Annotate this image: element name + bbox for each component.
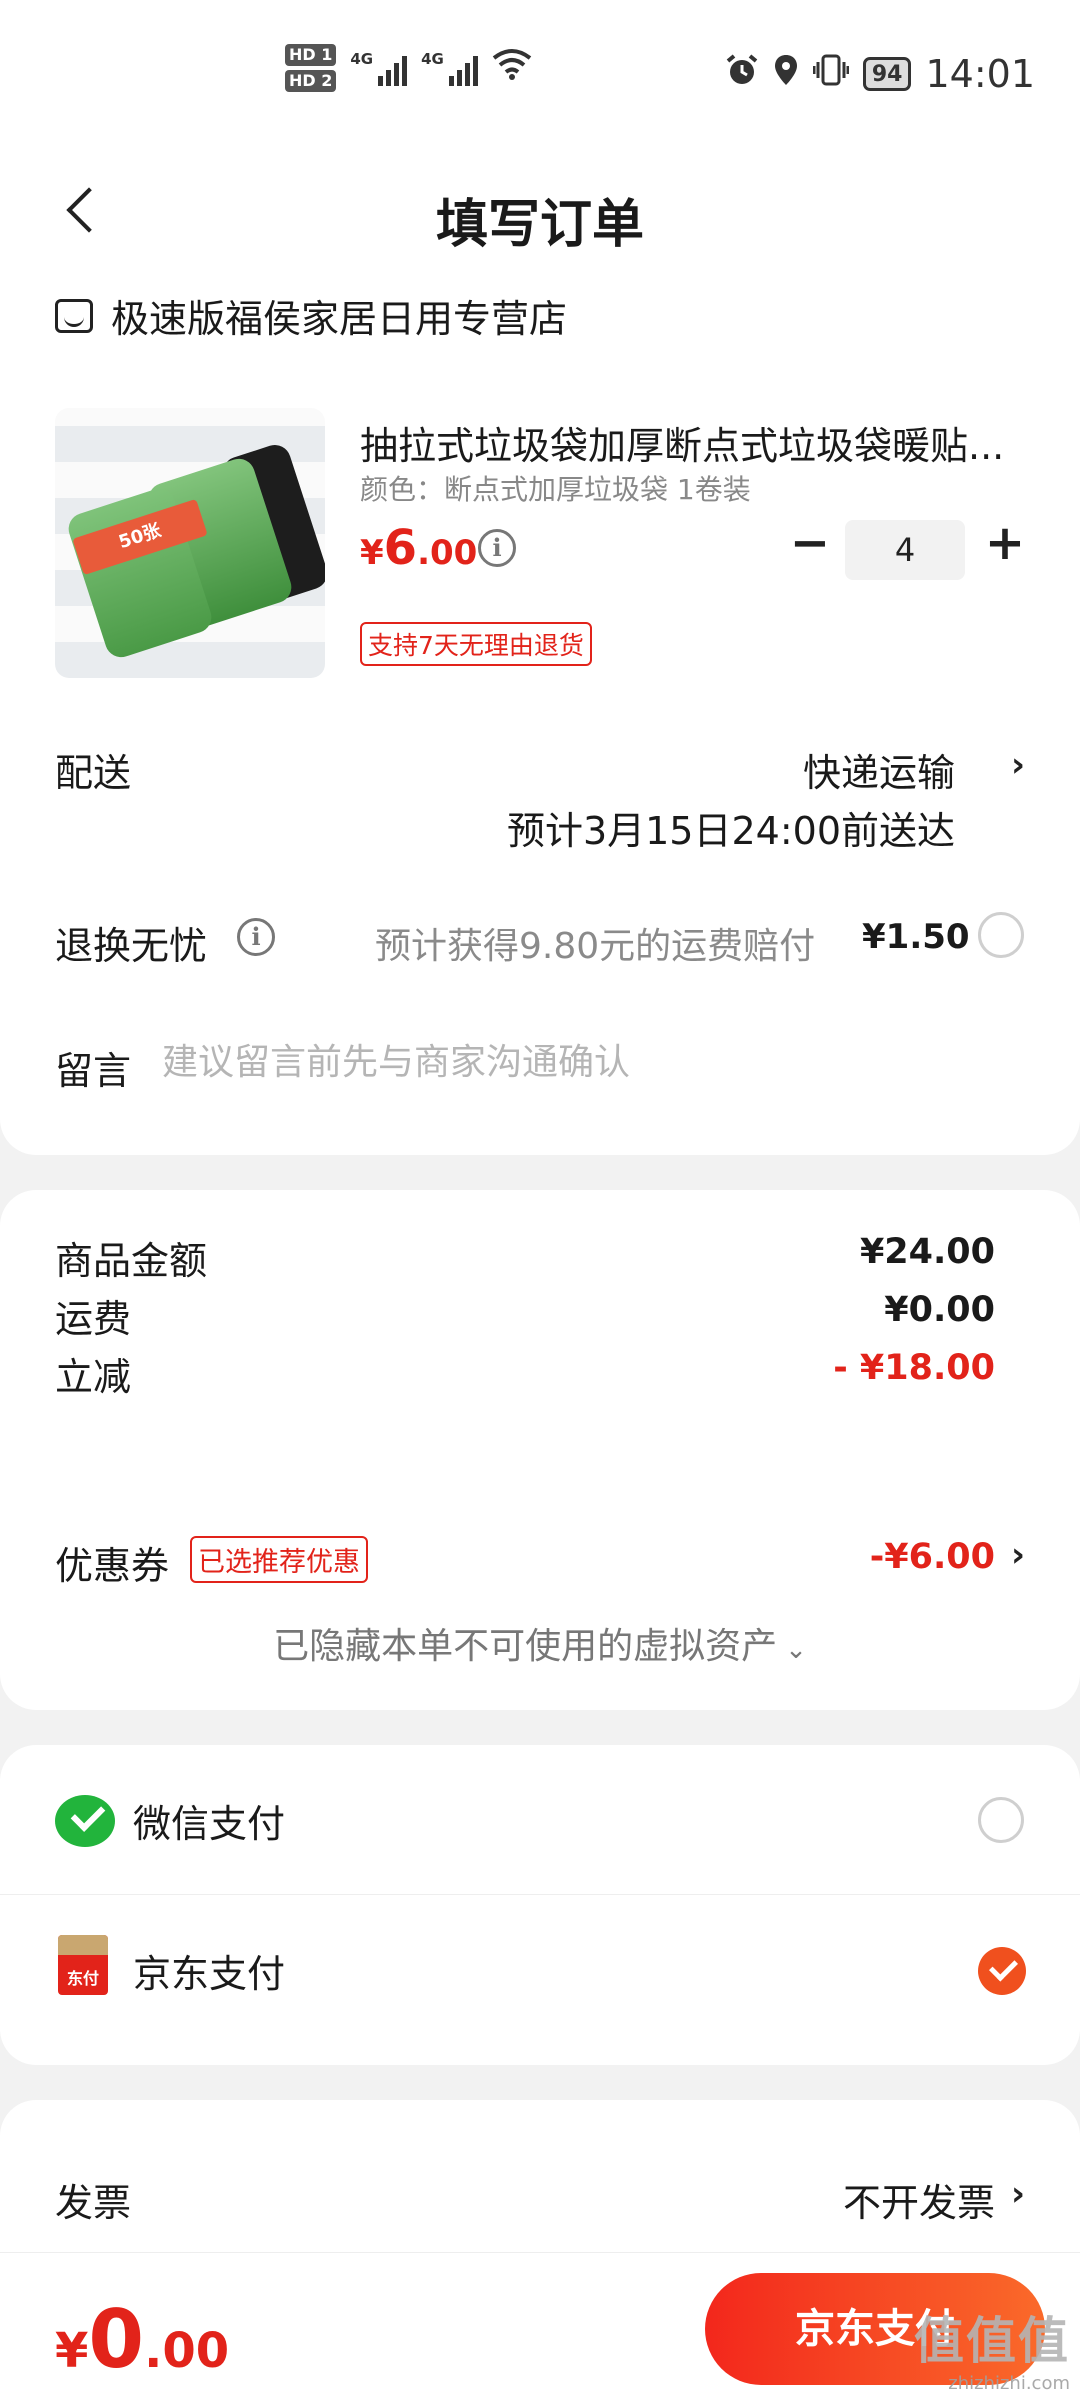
battery-icon: 94	[862, 57, 912, 91]
delivery-label: 配送	[55, 751, 132, 795]
total-integer: 0	[88, 2293, 145, 2386]
checkout-bar: ¥0.00 京东支付 值值值 zhizhizhi.com	[0, 2252, 1080, 2400]
payment-option-wechat[interactable]: 微信支付	[0, 1745, 1080, 1895]
product-spec[interactable]: 颜色：断点式加厚垃圾袋 1卷装	[360, 468, 751, 508]
wifi-icon	[492, 48, 532, 88]
price-info-icon[interactable]: i	[478, 529, 516, 567]
message-input[interactable]	[162, 1032, 1022, 1092]
coupon-value[interactable]: -¥6.00	[870, 1537, 995, 1577]
wechat-pay-label: 微信支付	[133, 1802, 286, 1846]
jd-pay-icon-text: 东付	[66, 1969, 99, 1988]
status-bar: HD 1 HD 2 4G 4G 94 14:01	[0, 0, 1080, 160]
return-worry-label: 退换无忧	[55, 924, 208, 968]
product-title[interactable]: 抽拉式垃圾袋加厚断点式垃圾袋暖贴...	[360, 415, 1030, 470]
watermark-main: 值值值	[914, 2312, 1070, 2370]
delivery-method[interactable]: 快递运输	[803, 742, 955, 797]
total-decimal: .00	[144, 2323, 230, 2379]
signal-2-icon: 4G	[421, 50, 478, 86]
clock-time: 14:01	[925, 52, 1035, 96]
chevron-down-icon: ⌄	[785, 1635, 807, 1665]
vibrate-icon	[812, 52, 850, 96]
invoice-label: 发票	[55, 2181, 132, 2225]
hd-indicator: HD 1 HD 2	[285, 44, 337, 92]
goods-amount-label: 商品金额	[55, 1239, 208, 1283]
shipping-value: ¥0.00	[884, 1290, 995, 1330]
hd1-badge: HD 1	[285, 44, 337, 66]
wechat-pay-icon	[55, 1795, 115, 1847]
quantity-plus-button[interactable]: +	[980, 515, 1030, 575]
jd-pay-label: 京东支付	[133, 1952, 286, 1996]
status-right: 94 14:01	[725, 52, 1035, 96]
coupon-label: 优惠券	[55, 1544, 170, 1588]
signal-group: HD 1 HD 2 4G 4G	[285, 44, 532, 92]
total-price: ¥0.00	[55, 2293, 229, 2386]
hidden-assets-text: 已隐藏本单不可使用的虚拟资产	[273, 1626, 778, 1667]
payment-method-card: 微信支付 东付 京东支付	[0, 1745, 1080, 2065]
discount-value: - ¥18.00	[833, 1348, 995, 1388]
store-row[interactable]: 极速版福侯家居日用专营店	[55, 288, 567, 343]
total-currency: ¥	[55, 2323, 89, 2379]
order-item-card: 极速版福侯家居日用专营店 50张 抽拉式垃圾袋加厚断点式垃圾袋暖贴... 颜色：…	[0, 250, 1080, 1155]
watermark-sub: zhizhizhi.com	[948, 2373, 1070, 2394]
coupon-badge: 已选推荐优惠	[190, 1536, 368, 1583]
return-worry-desc: 预计获得9.80元的运费赔付	[375, 926, 816, 967]
price-currency: ¥	[360, 533, 384, 573]
net2-label: 4G	[421, 50, 444, 68]
price-summary-card: 商品金额 ¥24.00 运费 ¥0.00 立减 - ¥18.00 优惠券 已选推…	[0, 1190, 1080, 1710]
store-icon	[55, 298, 93, 333]
location-icon	[773, 52, 799, 96]
return-worry-info-icon[interactable]: i	[237, 918, 275, 956]
discount-label: 立减	[55, 1355, 132, 1399]
return-worry-price: ¥1.50	[862, 917, 970, 957]
product-price: ¥6.00	[360, 520, 477, 576]
net1-label: 4G	[350, 50, 374, 68]
jd-pay-icon: 东付	[58, 1935, 108, 1995]
delivery-chevron-icon[interactable]: ›	[1011, 745, 1025, 785]
watermark: 值值值 zhizhizhi.com	[914, 2301, 1070, 2394]
page-title: 填写订单	[435, 195, 644, 255]
jd-pay-checked-icon[interactable]	[978, 1947, 1026, 1995]
hidden-assets-toggle[interactable]: 已隐藏本单不可使用的虚拟资产 ⌄	[0, 1617, 1080, 1669]
goods-amount-value: ¥24.00	[859, 1232, 995, 1272]
alarm-icon	[725, 52, 759, 96]
shipping-label: 运费	[55, 1297, 132, 1341]
coupon-chevron-icon[interactable]: ›	[1011, 1535, 1025, 1575]
message-label: 留言	[55, 1049, 132, 1093]
price-decimal: .00	[417, 533, 478, 573]
return-policy-badge: 支持7天无理由退货	[360, 622, 592, 666]
signal-1-icon: 4G	[350, 50, 408, 86]
quantity-minus-button[interactable]: −	[785, 515, 835, 575]
invoice-value[interactable]: 不开发票	[843, 2172, 995, 2227]
quantity-input[interactable]: 4	[845, 520, 965, 580]
store-name: 极速版福侯家居日用专营店	[111, 297, 568, 341]
wechat-pay-radio[interactable]	[978, 1797, 1024, 1843]
delivery-eta: 预计3月15日24:00前送达	[506, 809, 955, 853]
invoice-chevron-icon[interactable]: ›	[1011, 2174, 1025, 2214]
hd2-badge: HD 2	[285, 70, 337, 92]
return-worry-radio[interactable]	[978, 912, 1024, 958]
price-integer: 6	[383, 520, 418, 576]
payment-option-jd[interactable]: 东付 京东支付	[0, 1895, 1080, 2045]
product-image[interactable]: 50张	[55, 408, 325, 678]
